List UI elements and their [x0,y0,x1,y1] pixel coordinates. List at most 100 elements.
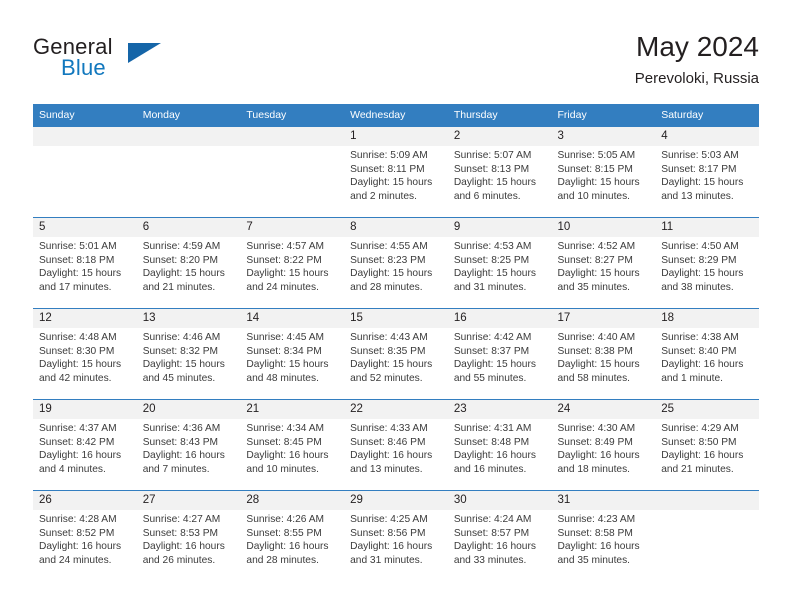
daylight-duration-line2: and 38 minutes. [661,281,734,293]
sunset-time: Sunset: 8:18 PM [39,254,115,266]
day-number: 28 [240,491,345,510]
calendar-day-cell[interactable]: 22 Sunrise: 4:33 AM Sunset: 8:46 PM Dayligh… [344,399,448,491]
daylight-duration-line2: and 24 minutes. [39,554,112,566]
sunset-time: Sunset: 8:56 PM [350,527,426,539]
calendar-day-cell[interactable]: 6 Sunrise: 4:59 AM Sunset: 8:20 PM Daylight… [136,217,241,309]
calendar-day-cell[interactable]: 1 Sunrise: 5:09 AM Sunset: 8:11 PM Daylight… [344,126,448,218]
calendar-day-cell[interactable]: 8 Sunrise: 4:55 AM Sunset: 8:23 PM Daylight… [344,217,448,309]
daylight-duration-line1: Daylight: 15 hours [557,177,640,189]
day-cell-inner: 2 Sunrise: 5:07 AM Sunset: 8:13 PM Daylight… [447,127,552,217]
sunset-time: Sunset: 8:55 PM [246,527,322,539]
day-number: 1 [344,127,448,146]
daylight-duration-line1: Daylight: 16 hours [142,450,225,462]
day-number: 9 [447,218,552,237]
calendar-day-cell[interactable]: 5 Sunrise: 5:01 AM Sunset: 8:18 PM Daylight… [33,217,137,309]
sunset-time: Sunset: 8:29 PM [661,254,737,266]
day-details: Sunrise: 4:42 AM Sunset: 8:37 PM Daylight:… [448,328,552,385]
calendar-day-cell[interactable]: 14 Sunrise: 4:45 AM Sunset: 8:34 PM Dayligh… [240,308,345,400]
daylight-duration-line2: and 58 minutes. [557,372,631,384]
calendar-day-cell[interactable]: 31 Sunrise: 4:23 AM Sunset: 8:58 PM Dayligh… [551,490,656,581]
day-number [33,127,137,146]
calendar-day-cell[interactable]: 4 Sunrise: 5:03 AM Sunset: 8:17 PM Daylight… [655,126,759,218]
calendar-day-cell[interactable]: 13 Sunrise: 4:46 AM Sunset: 8:32 PM Dayligh… [136,308,241,400]
calendar-day-cell[interactable]: 26 Sunrise: 4:28 AM Sunset: 8:52 PM Dayligh… [33,490,137,581]
calendar-day-cell[interactable]: 12 Sunrise: 4:48 AM Sunset: 8:30 PM Dayligh… [33,308,137,400]
sunset-time: Sunset: 8:15 PM [557,163,633,175]
day-cell-inner [240,127,345,217]
sunrise-time: Sunrise: 4:30 AM [557,423,636,434]
day-cell-inner: 18 Sunrise: 4:38 AM Sunset: 8:40 PM Dayligh… [655,309,759,399]
day-cell-inner: 8 Sunrise: 4:55 AM Sunset: 8:23 PM Daylight… [344,218,448,308]
day-cell-inner: 6 Sunrise: 4:59 AM Sunset: 8:20 PM Daylight… [136,218,241,308]
calendar-day-cell[interactable]: 11 Sunrise: 4:50 AM Sunset: 8:29 PM Dayligh… [655,217,759,309]
day-cell-inner: 19 Sunrise: 4:37 AM Sunset: 8:42 PM Dayligh… [33,400,137,490]
weekday-header-tuesday: Tuesday [240,104,345,127]
sunrise-time: Sunrise: 5:05 AM [557,150,636,161]
calendar-day-cell[interactable]: 27 Sunrise: 4:27 AM Sunset: 8:53 PM Dayligh… [136,490,241,581]
calendar-day-cell[interactable]: 24 Sunrise: 4:30 AM Sunset: 8:49 PM Dayligh… [551,399,656,491]
calendar-day-cell[interactable]: 10 Sunrise: 4:52 AM Sunset: 8:27 PM Dayligh… [551,217,656,309]
day-number: 12 [33,309,137,328]
calendar-day-cell[interactable]: 2 Sunrise: 5:07 AM Sunset: 8:13 PM Daylight… [447,126,552,218]
day-details [240,146,344,149]
generalblue-logo[interactable]: General Blue [33,34,263,94]
calendar-day-cell[interactable]: 29 Sunrise: 4:25 AM Sunset: 8:56 PM Dayligh… [344,490,448,581]
calendar-day-cell[interactable]: 21 Sunrise: 4:34 AM Sunset: 8:45 PM Dayligh… [240,399,345,491]
page-subtitle-location: Perevoloki, Russia [634,70,759,87]
day-cell-inner: 7 Sunrise: 4:57 AM Sunset: 8:22 PM Daylight… [240,218,345,308]
day-number: 7 [240,218,345,237]
day-number: 2 [447,127,552,146]
daylight-duration-line1: Daylight: 15 hours [246,268,329,280]
day-cell-inner: 28 Sunrise: 4:26 AM Sunset: 8:55 PM Dayligh… [240,491,345,581]
calendar-day-cell[interactable]: 25 Sunrise: 4:29 AM Sunset: 8:50 PM Dayligh… [655,399,759,491]
day-number: 5 [33,218,137,237]
day-details: Sunrise: 4:34 AM Sunset: 8:45 PM Daylight:… [240,419,344,476]
day-cell-inner [655,491,759,581]
daylight-duration-line2: and 10 minutes. [246,463,319,475]
calendar-day-cell[interactable]: 7 Sunrise: 4:57 AM Sunset: 8:22 PM Daylight… [240,217,345,309]
day-details: Sunrise: 4:55 AM Sunset: 8:23 PM Daylight:… [344,237,448,294]
calendar-day-cell[interactable]: 19 Sunrise: 4:37 AM Sunset: 8:42 PM Dayligh… [33,399,137,491]
calendar-day-cell[interactable]: 28 Sunrise: 4:26 AM Sunset: 8:55 PM Dayligh… [240,490,345,581]
sunset-time: Sunset: 8:23 PM [350,254,426,266]
sunrise-time: Sunrise: 4:38 AM [661,332,739,343]
day-number: 11 [655,218,759,237]
sunset-time: Sunset: 8:57 PM [453,527,530,539]
calendar-day-cell[interactable]: 18 Sunrise: 4:38 AM Sunset: 8:40 PM Dayligh… [655,308,759,400]
day-number: 10 [551,218,656,237]
calendar-day-cell[interactable]: 15 Sunrise: 4:43 AM Sunset: 8:35 PM Dayligh… [344,308,448,400]
day-number: 14 [240,309,345,328]
daylight-duration-line2: and 13 minutes. [661,190,734,202]
day-number: 30 [447,491,552,510]
day-details: Sunrise: 4:48 AM Sunset: 8:30 PM Daylight:… [33,328,137,385]
calendar-day-cell[interactable]: 20 Sunrise: 4:36 AM Sunset: 8:43 PM Dayligh… [136,399,241,491]
sunrise-time: Sunrise: 4:50 AM [661,241,739,252]
day-cell-inner: 10 Sunrise: 4:52 AM Sunset: 8:27 PM Dayligh… [551,218,656,308]
calendar-week-row: 19 Sunrise: 4:37 AM Sunset: 8:42 PM Dayligh… [33,399,759,491]
sunset-time: Sunset: 8:17 PM [661,163,737,175]
calendar-page: General Blue May 2024 Perevoloki, Russia… [0,0,792,612]
calendar-day-cell[interactable]: 23 Sunrise: 4:31 AM Sunset: 8:48 PM Dayligh… [447,399,552,491]
daylight-duration-line2: and 31 minutes. [350,554,423,566]
day-cell-inner: 1 Sunrise: 5:09 AM Sunset: 8:11 PM Daylight… [344,127,448,217]
calendar-day-cell[interactable]: 16 Sunrise: 4:42 AM Sunset: 8:37 PM Dayligh… [447,308,552,400]
day-cell-inner: 12 Sunrise: 4:48 AM Sunset: 8:30 PM Dayligh… [33,309,137,399]
calendar-week-row: 12 Sunrise: 4:48 AM Sunset: 8:30 PM Dayligh… [33,308,759,400]
daylight-duration-line1: Daylight: 16 hours [350,450,433,462]
day-cell-inner: 21 Sunrise: 4:34 AM Sunset: 8:45 PM Dayligh… [240,400,345,490]
day-cell-inner [33,127,137,217]
calendar-day-cell[interactable]: 30 Sunrise: 4:24 AM Sunset: 8:57 PM Dayligh… [447,490,552,581]
day-number [655,491,759,510]
sunset-time: Sunset: 8:20 PM [142,254,219,266]
day-details [33,146,137,149]
day-details: Sunrise: 4:57 AM Sunset: 8:22 PM Daylight:… [240,237,344,294]
day-cell-inner: 24 Sunrise: 4:30 AM Sunset: 8:49 PM Dayligh… [551,400,656,490]
brand-name-blue: Blue [61,55,106,80]
day-number: 29 [344,491,448,510]
calendar-day-cell[interactable]: 17 Sunrise: 4:40 AM Sunset: 8:38 PM Dayligh… [551,308,656,400]
calendar-day-cell[interactable]: 3 Sunrise: 5:05 AM Sunset: 8:15 PM Daylight… [551,126,656,218]
calendar-day-cell[interactable]: 9 Sunrise: 4:53 AM Sunset: 8:25 PM Daylight… [447,217,552,309]
sunset-time: Sunset: 8:13 PM [453,163,530,175]
sunrise-time: Sunrise: 4:29 AM [661,423,739,434]
day-number: 17 [551,309,656,328]
